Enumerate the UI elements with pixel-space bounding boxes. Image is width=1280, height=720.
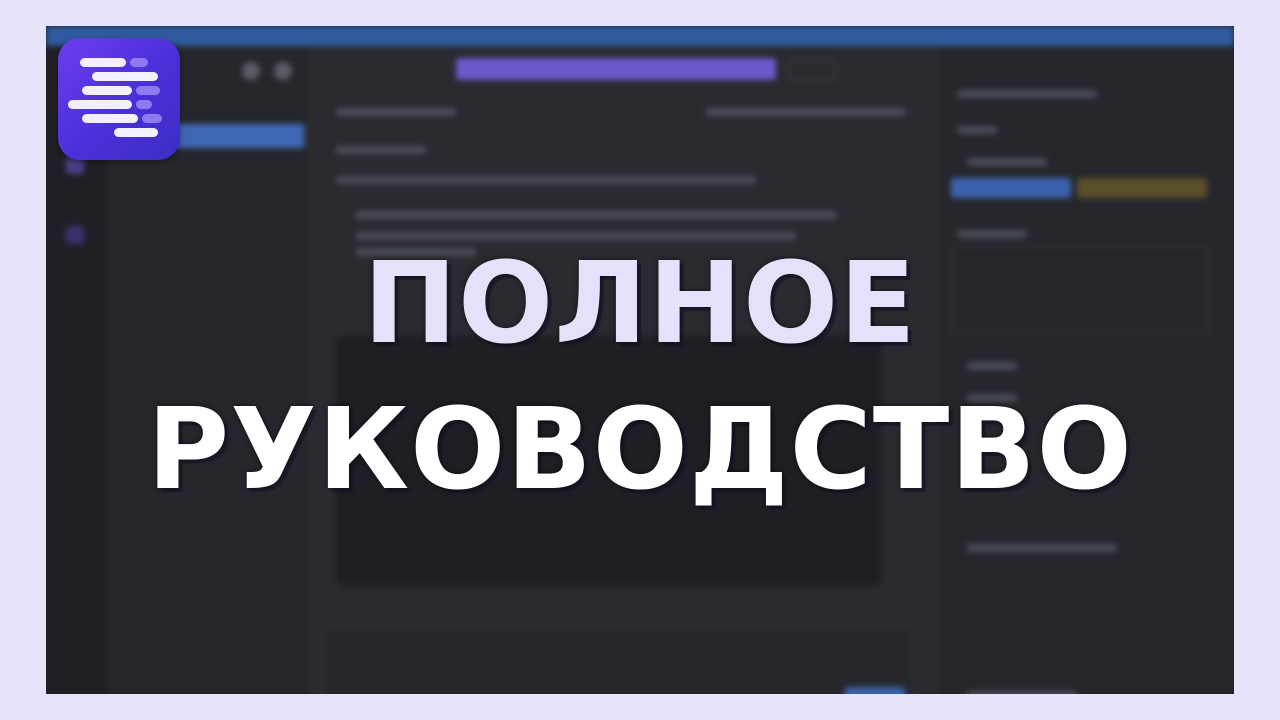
logo-stripe: [142, 114, 162, 123]
text-line: [336, 108, 456, 116]
window-titlebar: [46, 26, 1234, 46]
send-button: [845, 687, 905, 694]
config-line: [967, 691, 1077, 694]
config-secondary-button: [1077, 178, 1207, 198]
config-line: [967, 158, 1047, 166]
text-line: [336, 176, 756, 184]
logo-stripe: [114, 128, 158, 137]
text-line: [706, 108, 906, 116]
app-logo-icon: [58, 38, 180, 160]
eject-button: [788, 60, 836, 80]
logo-stripe: [130, 58, 148, 67]
activity-icon: [66, 226, 84, 244]
text-line: [356, 211, 836, 219]
config-line: [957, 126, 997, 134]
configuration-panel: [936, 46, 1234, 694]
config-line: [957, 230, 1027, 238]
sidebar-action-icon: [242, 62, 260, 80]
sidebar-item: [108, 180, 304, 204]
config-primary-button: [951, 178, 1071, 198]
sidebar-action-icon: [274, 62, 292, 80]
model-selector-bar: [456, 58, 776, 80]
logo-stripe: [82, 114, 138, 123]
headline-line-2: РУКОВОДСТВО: [147, 385, 1133, 515]
logo-stripe: [80, 58, 126, 67]
message-input: [322, 626, 914, 694]
logo-stripe: [136, 86, 160, 95]
config-title-line: [957, 90, 1097, 98]
logo-stripe: [92, 72, 158, 81]
chat-panel: [306, 46, 936, 694]
logo-stripe: [136, 100, 152, 109]
config-line: [967, 544, 1117, 552]
logo-stripe: [82, 86, 132, 95]
config-line: [967, 362, 1017, 370]
text-line: [336, 146, 426, 154]
logo-stripe: [68, 100, 132, 109]
headline-line-1: ПОЛНОЕ: [363, 239, 917, 369]
